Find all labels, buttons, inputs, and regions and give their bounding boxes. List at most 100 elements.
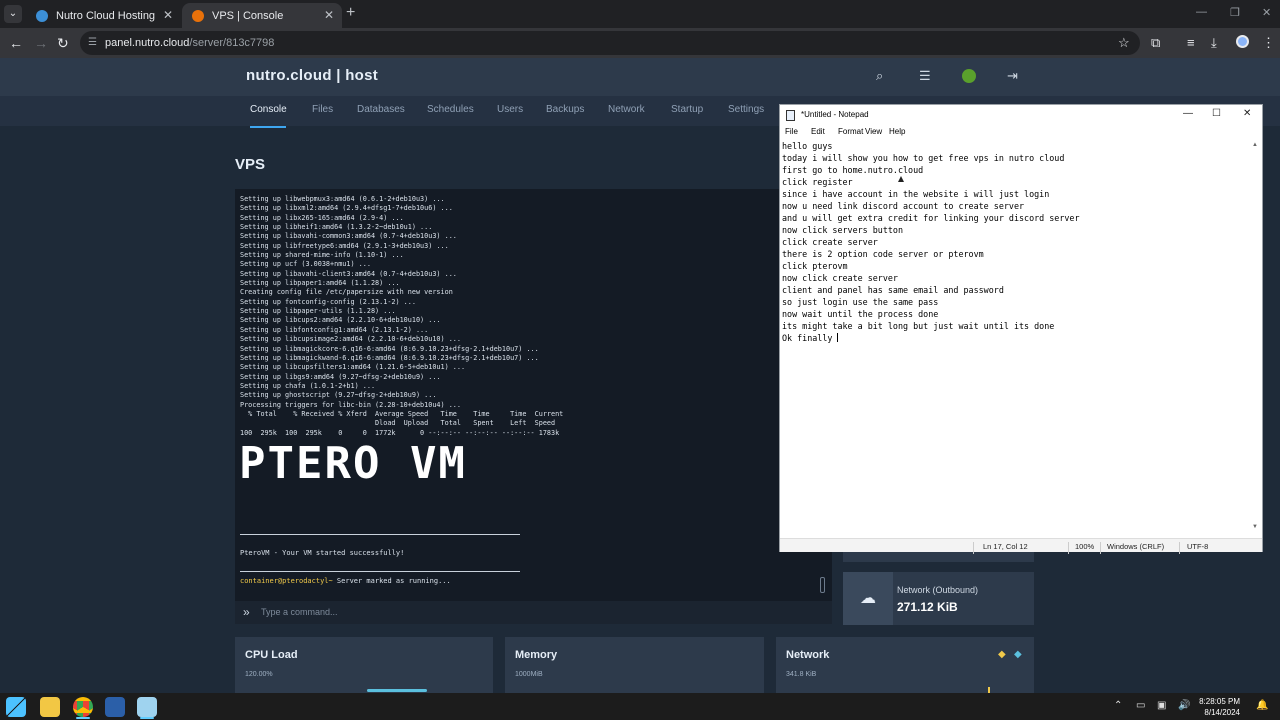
tray-app-icon[interactable]: ▭	[1136, 700, 1145, 711]
command-input[interactable]: Type a command...	[261, 607, 338, 617]
prompt-chevron-icon: »	[243, 605, 250, 619]
scroll-up-icon[interactable]: ▲	[1252, 142, 1258, 148]
console-line: Setting up libgs9:amd64 (9.27~dfsg-2+deb…	[240, 372, 441, 381]
tab-databases[interactable]: Databases	[357, 104, 405, 115]
tab-settings[interactable]: Settings	[728, 104, 764, 115]
console-line: Setting up libcupsimage2:amd64 (2.2.10-6…	[240, 335, 461, 344]
notepad-line: there is 2 option code server or pterovm	[782, 249, 984, 259]
console-line: Setting up libpaper1:amd64 (1.1.28) ...	[240, 279, 400, 288]
active-app-indicator	[76, 717, 90, 719]
media-controls-icon[interactable]: ≡	[1187, 34, 1195, 52]
status-divider	[1068, 542, 1069, 554]
console-line: Setting up libwebpmux3:amd64 (0.6.1-2+de…	[240, 195, 445, 203]
layers-icon[interactable]: ☰	[919, 68, 931, 84]
notepad-line: hello guys	[782, 141, 833, 151]
console-line: Setting up libpaper-utils (1.1.28) ...	[240, 307, 396, 316]
extensions-icon[interactable]: ⧉	[1151, 34, 1160, 52]
bookmark-star-icon[interactable]: ☆	[1118, 34, 1130, 52]
prompt-message: Server marked as running...	[332, 577, 451, 585]
new-tab-button[interactable]: +	[346, 5, 355, 21]
back-icon[interactable]: ←	[9, 34, 23, 52]
notepad-title: *Untitled - Notepad	[801, 110, 869, 119]
tab-vps-console[interactable]: VPS | Console ✕	[182, 3, 342, 28]
tab-nutro-cloud-hosting[interactable]: Nutro Cloud Hosting ✕	[26, 3, 181, 28]
url-path: /server/813c7798	[189, 37, 275, 49]
account-avatar[interactable]	[962, 69, 976, 83]
download-icon[interactable]: ⤓	[1211, 34, 1217, 52]
tab-search-button[interactable]: ⌄	[4, 5, 22, 23]
stat-label: Network (Outbound)	[897, 585, 979, 595]
profile-avatar[interactable]	[1236, 35, 1249, 48]
tab-schedules[interactable]: Schedules	[427, 104, 474, 115]
notepad-line: now click servers button	[782, 225, 904, 235]
notepad-menubar: File Edit Format View Help	[780, 125, 1262, 140]
tab-startup[interactable]: Startup	[671, 104, 703, 115]
tab-console[interactable]: Console	[250, 104, 287, 115]
display-icon[interactable]: ▣	[1157, 700, 1166, 711]
screen: { "browser": { "tabs": [ {"title": "Nutr…	[0, 0, 1280, 720]
minimize-window-icon[interactable]: —	[1196, 6, 1207, 18]
start-menu-icon[interactable]	[6, 697, 26, 717]
volume-icon[interactable]: 🔊	[1178, 700, 1190, 711]
notepad-line: click register	[782, 177, 853, 187]
logout-icon[interactable]: ⇥	[1007, 68, 1018, 84]
menu-file[interactable]: File	[785, 127, 798, 136]
maximize-window-icon[interactable]: ❐	[1230, 6, 1240, 19]
cpu-graph-line	[367, 689, 427, 692]
status-divider	[973, 542, 974, 554]
cpu-load-card: CPU Load 120.00%	[235, 637, 493, 693]
notepad-line: since i have account in the website i wi…	[782, 189, 1050, 199]
menu-view[interactable]: View	[865, 127, 882, 136]
address-bar[interactable]: ☰ panel.nutro.cloud/server/813c7798	[80, 31, 1140, 55]
graph-title: Network	[786, 649, 830, 661]
reload-icon[interactable]: ↻	[57, 34, 69, 52]
console-line: Setting up libavahi-client3:amd64 (0.7-4…	[240, 269, 457, 278]
console-line: % Total % Received % Xferd Average Speed…	[240, 409, 564, 418]
file-explorer-icon[interactable]	[40, 697, 60, 717]
network-card: Network 341.8 KiB ◆ ◆	[776, 637, 1034, 693]
menu-format[interactable]: Format	[838, 127, 863, 136]
panel-header: nutro.cloud | host ⌕ ☰ ⇥	[0, 58, 1280, 96]
menu-help[interactable]: Help	[889, 127, 905, 136]
notepad-maximize-icon[interactable]: ☐	[1212, 108, 1221, 119]
notepad-vertical-scrollbar[interactable]: ▲ ▼	[1249, 140, 1262, 533]
notepad-line: client and panel has same email and pass…	[782, 285, 1004, 295]
chrome-icon[interactable]	[73, 697, 93, 717]
console-line: Setting up libcups2:amd64 (2.2.10-6+deb1…	[240, 316, 441, 325]
tab-backups[interactable]: Backups	[546, 104, 584, 115]
search-icon[interactable]: ⌕	[876, 68, 883, 84]
close-tab-icon[interactable]: ✕	[324, 8, 334, 22]
notepad-close-icon[interactable]: ✕	[1243, 108, 1251, 119]
tab-files[interactable]: Files	[312, 104, 333, 115]
forward-icon[interactable]: →	[34, 34, 48, 52]
server-console[interactable]: Setting up libwebpmux3:amd64 (0.6.1-2+de…	[235, 189, 832, 601]
notepad-app-icon	[786, 110, 795, 121]
notepad-taskbar-icon[interactable]	[137, 697, 157, 717]
network-outbound-card: ☁ Network (Outbound) 271.12 KiB	[843, 572, 1034, 625]
notepad-minimize-icon[interactable]: —	[1183, 108, 1193, 119]
scroll-down-icon[interactable]: ▼	[1252, 524, 1258, 530]
menu-edit[interactable]: Edit	[811, 127, 825, 136]
notepad-titlebar[interactable]: *Untitled - Notepad — ☐ ✕	[780, 105, 1262, 125]
site-info-icon[interactable]: ☰	[88, 31, 97, 55]
notepad-line: and u will get extra credit for linking …	[782, 213, 1080, 223]
console-line: Setting up chafa (1.0.1-2+b1) ...	[240, 381, 376, 390]
notifications-icon[interactable]: 🔔	[1256, 700, 1268, 711]
notepad-text-area[interactable]: hello guys today i will show you how to g…	[782, 140, 1248, 533]
windows-taskbar: ⌃ ▭ ▣ 🔊 8:28:05 PM 8/14/2024 🔔	[0, 693, 1280, 720]
tray-overflow-icon[interactable]: ⌃	[1114, 700, 1122, 711]
tab-users[interactable]: Users	[497, 104, 523, 115]
browser-menu-icon[interactable]: ⋮	[1262, 34, 1275, 52]
prompt-user: container@pterodactyl~	[240, 577, 333, 585]
console-line: Setting up libfontconfig1:amd64 (2.13.1-…	[240, 325, 429, 334]
tab-network[interactable]: Network	[608, 104, 645, 115]
console-line: Setting up libheif1:amd64 (1.3.2-2~deb10…	[240, 223, 433, 232]
console-line: Creating config file /etc/papersize with…	[240, 288, 453, 297]
close-window-icon[interactable]: ✕	[1262, 6, 1271, 19]
panel-brand[interactable]: nutro.cloud | host	[246, 67, 378, 84]
close-tab-icon[interactable]: ✕	[163, 8, 173, 22]
memory-card: Memory 1000MiB	[505, 637, 764, 693]
remote-desktop-icon[interactable]	[105, 697, 125, 717]
console-scroll-button[interactable]	[820, 577, 825, 593]
taskbar-clock[interactable]: 8:28:05 PM 8/14/2024	[1196, 696, 1240, 718]
